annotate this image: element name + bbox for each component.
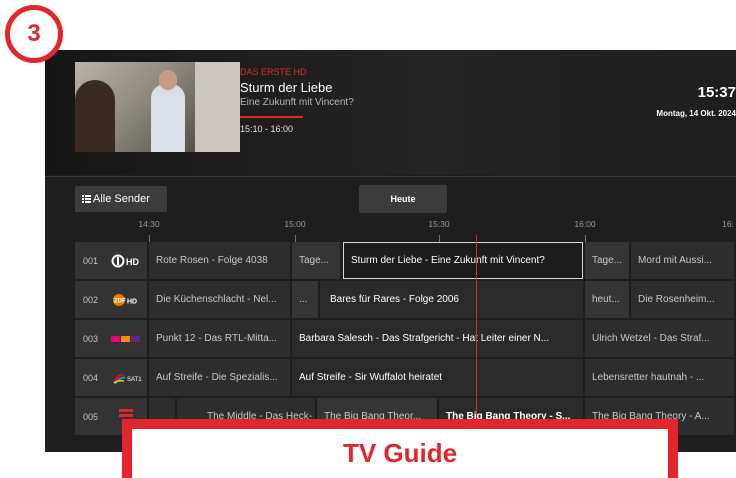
zdf-logo: ZDF HD [113,294,137,306]
program-cell[interactable]: Punkt 12 - Das RTL-Mitta... [149,320,292,357]
timeline-tick: 15:00 [284,219,306,229]
timeline-tick: 14:30 [138,219,160,229]
svg-text:ZDF: ZDF [114,299,126,305]
program-cell[interactable]: Bares für Rares - Folge 2006 [320,281,585,318]
program-cell-selected[interactable]: Sturm der Liebe - Eine Zukunft mit Vince… [343,242,583,279]
date: Montag, 14 Okt. 2024 [656,109,736,118]
all-channels-label: Alle Sender [93,193,150,205]
program-subtitle: Eine Zukunft mit Vincent? [240,97,354,108]
program-title: Sturm der Liebe [240,80,333,95]
program-cell[interactable]: Auf Streife - Die Spezialis... [149,359,292,396]
today-label: Heute [390,194,416,204]
all-channels-button[interactable]: Alle Sender [75,186,167,212]
timeline-tick: 15:30 [428,219,450,229]
channel-cell[interactable]: 001 HD [75,242,147,279]
program-cell[interactable]: Tage... [292,242,342,279]
svg-text:SAT1: SAT1 [127,377,142,383]
channel-row-002: 002 ZDF HD Die Küchenschlacht - Nel... .… [75,281,736,318]
svg-text:HD: HD [127,299,137,306]
channel-cell[interactable]: 002 ZDF HD [75,281,147,318]
channel-name: DAS ERSTE HD [240,67,307,77]
timeline-tick: 16:00 [574,219,596,229]
channel-row-001: 001 HD Rote Rosen - Folge 4038 Tage... S… [75,242,736,279]
caption-box: TV Guide [122,419,678,478]
program-info: DAS ERSTE HD Sturm der Liebe Eine Zukunf… [240,67,354,134]
das-erste-logo: HD [111,254,139,268]
channel-number: 005 [83,412,99,422]
timeline-tick: 16: [722,219,734,229]
clock: 15:37 [697,84,736,101]
program-cell[interactable]: Mord mit Aussi... [631,242,736,279]
channel-number: 004 [83,373,99,383]
program-cell[interactable]: Tage... [585,242,631,279]
program-cell[interactable]: Ulrich Wetzel - Das Straf... [585,320,736,357]
rtl-logo [111,336,140,342]
sat1-logo: SAT1 [113,374,142,385]
step-badge: 3 [5,5,63,63]
program-cell[interactable]: Auf Streife - Sir Wuffalot heiratet [292,359,585,396]
channel-cell[interactable]: 003 [75,320,147,357]
grid-list-icon [82,195,91,203]
progress-accent-line [240,116,303,118]
program-time-range: 15:10 - 16:00 [240,124,294,134]
channel-cell[interactable]: 004 SAT1 [75,359,147,396]
program-cell[interactable]: heut... [585,281,631,318]
program-thumbnail [75,62,240,152]
program-cell[interactable]: ... [292,281,320,318]
header-divider [45,176,736,177]
channel-row-004: 004 SAT1 Auf Streife - Die Spezialis... … [75,359,736,396]
caption-text: TV Guide [132,429,668,478]
program-cell[interactable]: Barbara Salesch - Das Strafgericht - Hat… [292,320,585,357]
program-cell[interactable]: Die Rosenheim... [631,281,736,318]
channel-number: 001 [83,256,99,266]
channel-row-003: 003 Punkt 12 - Das RTL-Mitta... Barbara … [75,320,736,357]
channel-number: 002 [83,295,99,305]
program-cell[interactable]: Die Küchenschlacht - Nel... [149,281,292,318]
svg-text:HD: HD [126,257,139,267]
program-cell[interactable]: Lebensretter hautnah - ... [585,359,736,396]
today-button[interactable]: Heute [359,185,447,213]
program-cell[interactable]: Rote Rosen - Folge 4038 [149,242,292,279]
channel-number: 003 [83,334,99,344]
tv-screen: DAS ERSTE HD Sturm der Liebe Eine Zukunf… [45,50,736,452]
